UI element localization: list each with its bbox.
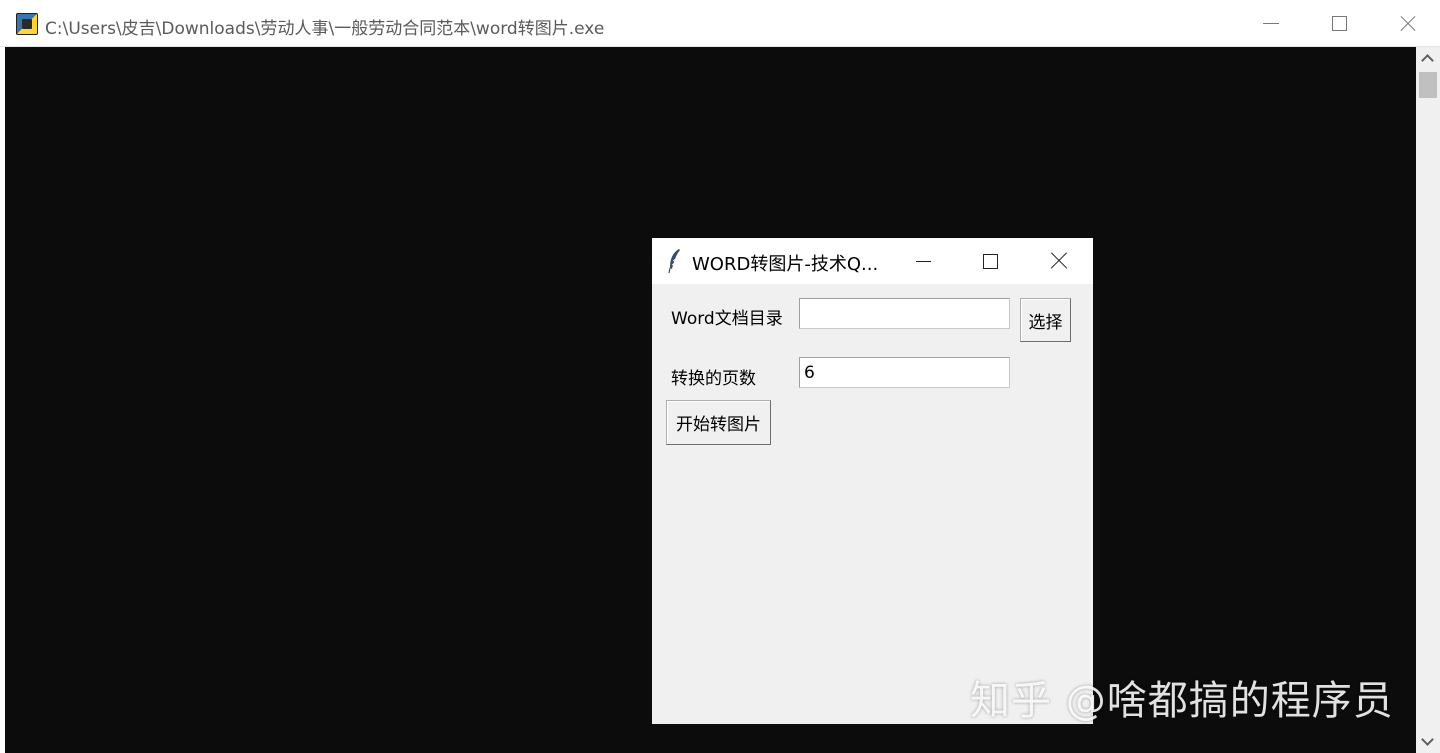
scroll-down-arrow-icon[interactable] — [1416, 733, 1440, 753]
dialog-maximize-button[interactable] — [956, 238, 1024, 284]
console-titlebar[interactable]: C:\Users\皮吉\Downloads\劳动人事\一般劳动合同范本\word… — [0, 0, 1440, 47]
console-close-button[interactable] — [1374, 0, 1440, 47]
scroll-up-arrow-icon[interactable] — [1416, 47, 1440, 71]
console-title: C:\Users\皮吉\Downloads\劳动人事\一般劳动合同范本\word… — [45, 19, 605, 39]
console-maximize-button[interactable] — [1305, 0, 1373, 47]
console-scrollbar[interactable] — [1416, 47, 1440, 753]
word-dir-label: Word文档目录 — [671, 309, 783, 329]
background-window-edge — [0, 47, 5, 753]
pages-label: 转换的页数 — [671, 369, 756, 389]
choose-dir-button[interactable]: 选择 — [1020, 298, 1071, 342]
start-convert-button[interactable]: 开始转图片 — [666, 400, 771, 445]
dialog-title: WORD转图片-技术Q... — [692, 254, 879, 275]
word-to-image-dialog: WORD转图片-技术Q... Word文档目录 选择 转换的页数 开始转图片 — [652, 238, 1093, 724]
scroll-thumb[interactable] — [1419, 72, 1437, 98]
zhihu-watermark: 知乎 @啥都搞的程序员 — [970, 678, 1394, 724]
console-minimize-button[interactable] — [1237, 0, 1305, 47]
dialog-minimize-button[interactable] — [889, 238, 957, 284]
dialog-titlebar[interactable]: WORD转图片-技术Q... — [652, 238, 1093, 284]
pages-input[interactable] — [799, 357, 1010, 388]
word-dir-input[interactable] — [799, 298, 1010, 329]
dialog-close-button[interactable] — [1025, 238, 1093, 284]
tk-feather-icon — [668, 249, 680, 274]
python-app-icon — [16, 13, 38, 35]
